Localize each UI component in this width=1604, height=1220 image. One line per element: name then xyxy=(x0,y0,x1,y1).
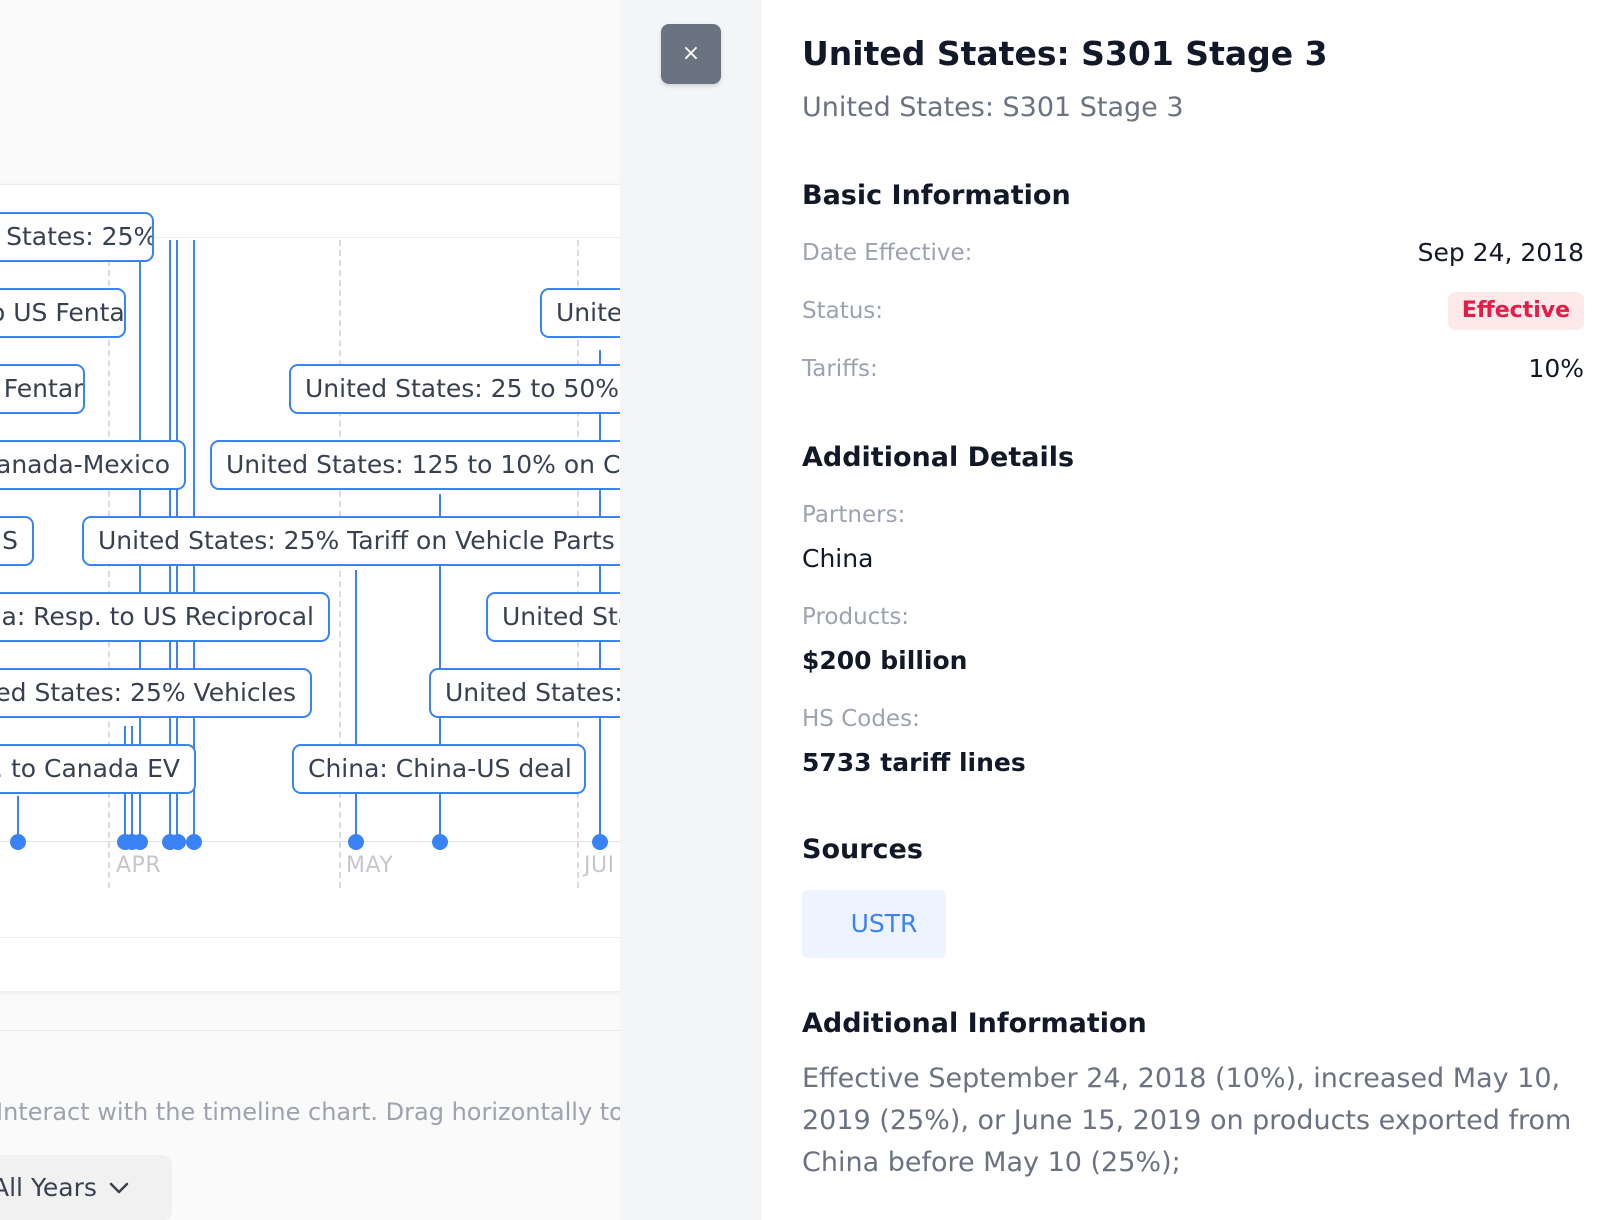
event-label[interactable]: United States xyxy=(486,592,620,642)
timeline-hint: Interact with the timeline chart. Drag h… xyxy=(0,1098,620,1126)
products-value: $200 billion xyxy=(802,646,968,675)
event-label[interactable]: Canada: Canada-Mexico xyxy=(0,440,186,490)
event-dot[interactable] xyxy=(432,834,448,850)
event-label[interactable]: United States: 125 to 10% on China xyxy=(210,440,620,490)
event-label[interactable]: United States: 25 to 50% xyxy=(289,364,620,414)
event-dot[interactable] xyxy=(592,834,608,850)
close-button[interactable]: × xyxy=(661,24,721,84)
date-effective-value: Sep 24, 2018 xyxy=(1417,238,1584,267)
year-filter-value: All Years xyxy=(0,1173,97,1202)
month-label-jun: JUI xyxy=(584,853,615,878)
month-label-apr: APR xyxy=(116,853,162,878)
detail-subtitle: United States: S301 Stage 3 xyxy=(802,92,1184,123)
detail-panel: United States: S301 Stage 3 United State… xyxy=(762,0,1604,1220)
event-dot[interactable] xyxy=(348,834,364,850)
event-label[interactable]: United States: 25% Tariff on Vehicle Par… xyxy=(82,516,620,566)
event-label[interactable]: China: Resp. to US Fentanyl xyxy=(0,288,126,338)
event-dot[interactable] xyxy=(10,834,26,850)
partners-label: Partners: xyxy=(802,502,906,528)
additional-info-text: Effective September 24, 2018 (10%), incr… xyxy=(802,1063,1572,1178)
chart-footer-divider xyxy=(0,937,620,938)
detail-title: United States: S301 Stage 3 xyxy=(802,34,1328,73)
source-link-ustr[interactable]: USTR xyxy=(802,890,946,958)
event-label[interactable]: China: China-US deal xyxy=(292,744,586,794)
date-effective-label: Date Effective: xyxy=(802,240,973,266)
event-label[interactable]: China: Resp. to US Reciprocal xyxy=(0,592,330,642)
event-dot[interactable] xyxy=(170,834,186,850)
hs-codes-label: HS Codes: xyxy=(802,706,920,732)
drawer-backdrop[interactable] xyxy=(620,0,762,1220)
status-badge: Effective xyxy=(1447,292,1584,330)
partners-value: China xyxy=(802,544,874,573)
event-label[interactable]: United States xyxy=(540,288,620,338)
event-label[interactable]: United States: 25% Aluminum xyxy=(0,212,154,262)
year-filter-select[interactable]: All Years xyxy=(0,1155,172,1220)
timeline-axis xyxy=(0,841,620,842)
status-label: Status: xyxy=(802,298,884,324)
event-label[interactable]: United States: xyxy=(429,668,620,718)
tariffs-label: Tariffs: xyxy=(802,356,878,382)
event-label[interactable]: United States: 25% Vehicles xyxy=(0,668,312,718)
tariffs-value: 10% xyxy=(1528,354,1584,383)
additional-details-heading: Additional Details xyxy=(802,442,1075,473)
chevron-down-icon xyxy=(106,1155,132,1220)
event-stem xyxy=(355,570,357,842)
basic-info-heading: Basic Information xyxy=(802,180,1071,211)
additional-info-heading: Additional Information xyxy=(802,1008,1147,1039)
products-label: Products: xyxy=(802,604,910,630)
section-divider xyxy=(0,1030,620,1031)
sources-heading: Sources xyxy=(802,834,923,865)
event-dot[interactable] xyxy=(186,834,202,850)
hs-codes-value: 5733 tariff lines xyxy=(802,748,1026,777)
timeline-page: APR MAY JUI United States: 25% Aluminum … xyxy=(0,0,620,1220)
event-label[interactable]: China: Fentanyl xyxy=(0,364,85,414)
event-label[interactable]: China: Resp. to Canada EV xyxy=(0,744,196,794)
month-label-may: MAY xyxy=(346,853,394,878)
event-label[interactable]: United States: US xyxy=(0,516,34,566)
event-dot[interactable] xyxy=(132,834,148,850)
